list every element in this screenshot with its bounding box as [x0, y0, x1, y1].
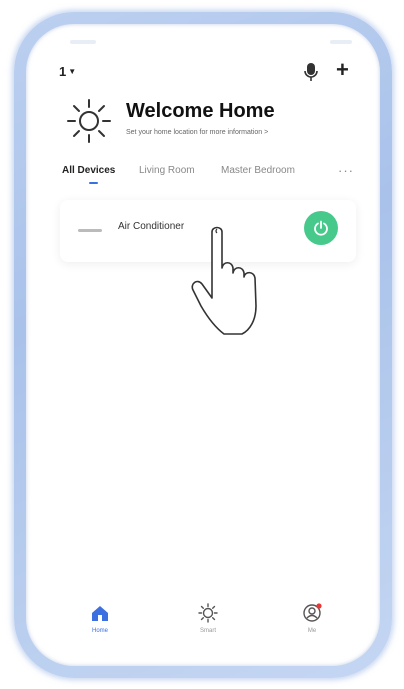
nav-home-label: Home	[91, 628, 108, 634]
nav-me[interactable]: Me	[282, 602, 342, 634]
tapping-hand-icon	[191, 226, 257, 335]
status-bar-icons-placeholder	[330, 40, 352, 44]
nav-home[interactable]: Home	[70, 602, 130, 634]
profile-icon	[303, 603, 322, 622]
nav-smart[interactable]: Smart	[178, 602, 238, 634]
nav-me-label: Me	[307, 628, 317, 634]
chevron-down-icon: ▼	[68, 67, 77, 76]
sun-icon	[67, 99, 111, 143]
nav-smart-label: Smart	[199, 628, 216, 634]
air-conditioner-icon	[78, 229, 102, 232]
power-icon	[314, 220, 328, 236]
device-name: Air Conditioner	[118, 221, 185, 232]
set-location-link[interactable]: Set your home location for more informat…	[126, 129, 268, 136]
tabs-fade	[292, 160, 332, 180]
add-device-button[interactable]: +	[336, 59, 349, 81]
tab-master-bedroom[interactable]: Master Bedroom	[221, 165, 295, 176]
home-selector[interactable]: 1 ▼	[59, 64, 76, 79]
bottom-navigation: Home Smart Me	[60, 602, 356, 648]
tab-living-room[interactable]: Living Room	[139, 165, 195, 176]
microphone-icon[interactable]	[302, 62, 320, 82]
active-tab-indicator	[89, 182, 98, 184]
home-icon	[92, 606, 108, 621]
smart-sun-icon	[198, 603, 218, 623]
welcome-title: Welcome Home	[126, 100, 275, 122]
notification-dot	[316, 603, 322, 609]
power-toggle-button[interactable]	[304, 211, 338, 245]
more-tabs-button[interactable]: ···	[338, 163, 354, 178]
tab-all-devices[interactable]: All Devices	[62, 165, 115, 176]
home-selector-label: 1	[59, 64, 67, 79]
plus-icon: +	[336, 57, 349, 82]
status-bar-time-placeholder	[70, 40, 96, 44]
